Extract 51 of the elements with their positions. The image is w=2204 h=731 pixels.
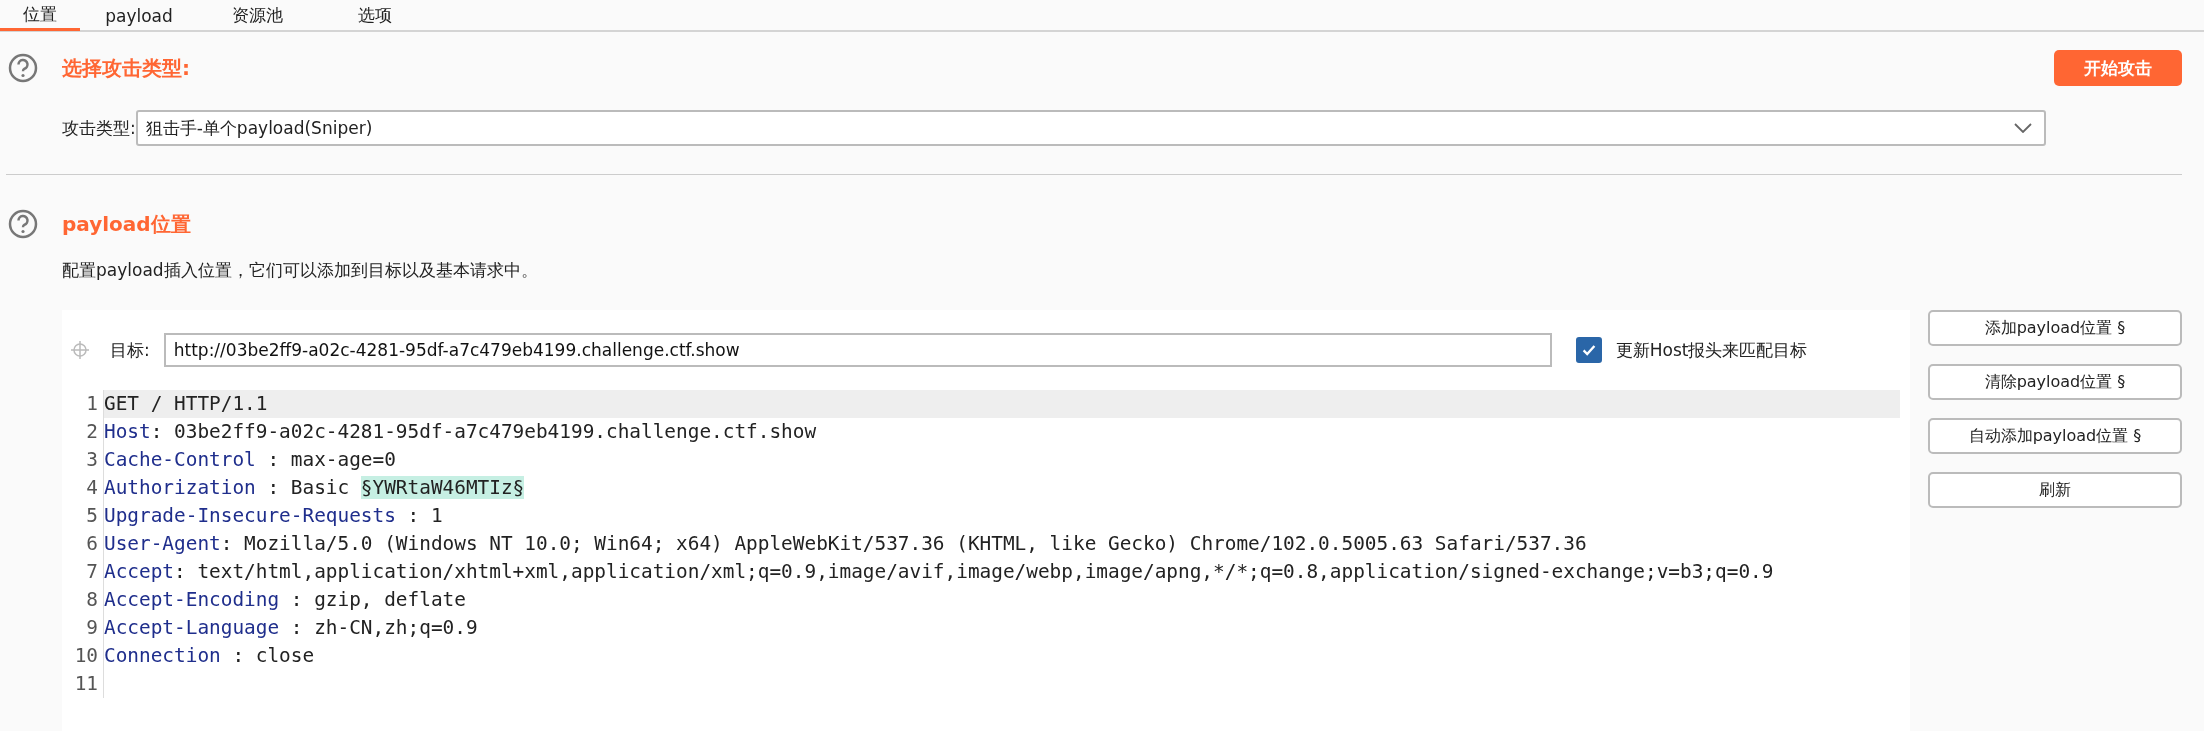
tab[interactable]: 选项: [316, 0, 434, 31]
tab[interactable]: 位置: [0, 0, 80, 31]
header-value: : Basic: [266, 476, 351, 499]
line-number: 6: [62, 530, 104, 558]
header-value: : gzip, deflate: [289, 588, 466, 611]
section-title: 选择攻击类型:: [62, 54, 190, 82]
target-label: 目标:: [110, 338, 150, 362]
payload-marker: §YWRtaW46MTIz§: [360, 476, 525, 499]
side-button[interactable]: 清除payload位置 §: [1928, 364, 2182, 400]
header-value: : max-age=0: [266, 448, 396, 471]
header-name: Accept: [104, 560, 175, 583]
header-name: Accept-Language: [104, 616, 280, 639]
line-number: 4: [62, 474, 104, 502]
line-number: 5: [62, 502, 104, 530]
header-name: User-Agent: [104, 532, 221, 555]
header-value: : close: [231, 644, 315, 667]
header-value: : Mozilla/5.0 (Windows NT 10.0; Win64; x64) AppleWebKit/537.36 (KHTML, like Gecko) Chrome/102.0.5005.63 Safari/537.36: [220, 532, 1587, 555]
line-number: 8: [62, 586, 104, 614]
chevron-down-icon: [2014, 123, 2032, 133]
tab[interactable]: payload: [80, 0, 198, 31]
line-number: 9: [62, 614, 104, 642]
section-description: 配置payload插入位置，它们可以添加到目标以及基本请求中。: [62, 259, 539, 282]
section-title: payload位置: [62, 210, 191, 238]
line-number: 3: [62, 446, 104, 474]
side-button[interactable]: 刷新: [1928, 472, 2182, 508]
crosshair-icon: [70, 340, 90, 360]
tab[interactable]: 资源池: [198, 0, 316, 31]
header-name: Authorization: [104, 476, 256, 499]
side-button[interactable]: 添加payload位置 §: [1928, 310, 2182, 346]
help-icon[interactable]: [8, 53, 38, 83]
attack-type-label: 攻击类型:: [62, 116, 136, 140]
header-value: : 1: [406, 504, 443, 527]
header-name: Cache-Control: [104, 448, 256, 471]
line-number: 10: [62, 642, 104, 670]
header-name: Upgrade-Insecure-Requests: [104, 504, 396, 527]
line-number: 2: [62, 418, 104, 446]
code-text: GET / HTTP/1.1: [104, 392, 268, 415]
header-name: Connection: [104, 644, 221, 667]
header-name: Host: [104, 420, 151, 443]
header-value: : zh-CN,zh;q=0.9: [289, 616, 478, 639]
header-value: : 03be2ff9-a02c-4281-95df-a7c479eb4199.challenge.ctf.show: [150, 420, 817, 443]
header-name: Accept-Encoding: [104, 588, 280, 611]
help-icon[interactable]: [8, 209, 38, 239]
line-number: 7: [62, 558, 104, 586]
target-field[interactable]: http://03be2ff9-a02c-4281-95df-a7c479eb4199.challenge.ctf.show: [163, 333, 1552, 367]
attack-type-dropdown[interactable]: 狙击手-单个payload(Sniper): [135, 110, 2046, 146]
checkbox-label: 更新Host报头来匹配目标: [1615, 338, 1808, 362]
side-button[interactable]: 自动添加payload位置 §: [1928, 418, 2182, 454]
line-number: 11: [62, 670, 104, 698]
checkbox[interactable]: [1575, 337, 1602, 363]
header-value: : text/html,application/xhtml+xml,application/xml;q=0.9,image/avif,image/webp,image/apng,*/*;q=0.8,application/signed-exchange;v=b3;q=0.9: [174, 560, 1774, 583]
